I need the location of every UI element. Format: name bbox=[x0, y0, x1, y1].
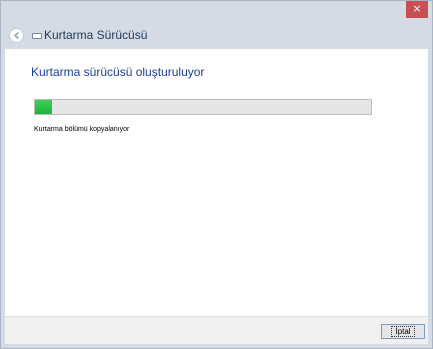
status-text: Kurtarma bölümü kopyalanıyor bbox=[34, 126, 130, 133]
page-heading: Kurtarma sürücüsü oluşturuluyor bbox=[31, 65, 205, 79]
window-title: Kurtarma Sürücüsü bbox=[44, 28, 148, 42]
progress-bar-fill bbox=[35, 100, 52, 114]
close-icon: × bbox=[412, 2, 422, 15]
drive-icon bbox=[32, 33, 42, 39]
cancel-button[interactable]: İptal bbox=[381, 324, 425, 339]
close-button[interactable]: × bbox=[406, 1, 428, 18]
back-arrow-icon bbox=[13, 31, 20, 40]
cancel-button-label: İptal bbox=[391, 326, 415, 337]
recovery-drive-window: × Kurtarma Sürücüsü Kurtarma sürücüsü ol… bbox=[0, 0, 433, 349]
content-area: Kurtarma sürücüsü oluşturuluyor Kurtarma… bbox=[5, 49, 428, 316]
footer-bar: İptal bbox=[5, 316, 428, 344]
back-button[interactable] bbox=[9, 28, 24, 43]
navigation-bar: Kurtarma Sürücüsü bbox=[1, 23, 432, 49]
title-bar: × bbox=[1, 1, 432, 23]
progress-bar bbox=[34, 99, 372, 115]
